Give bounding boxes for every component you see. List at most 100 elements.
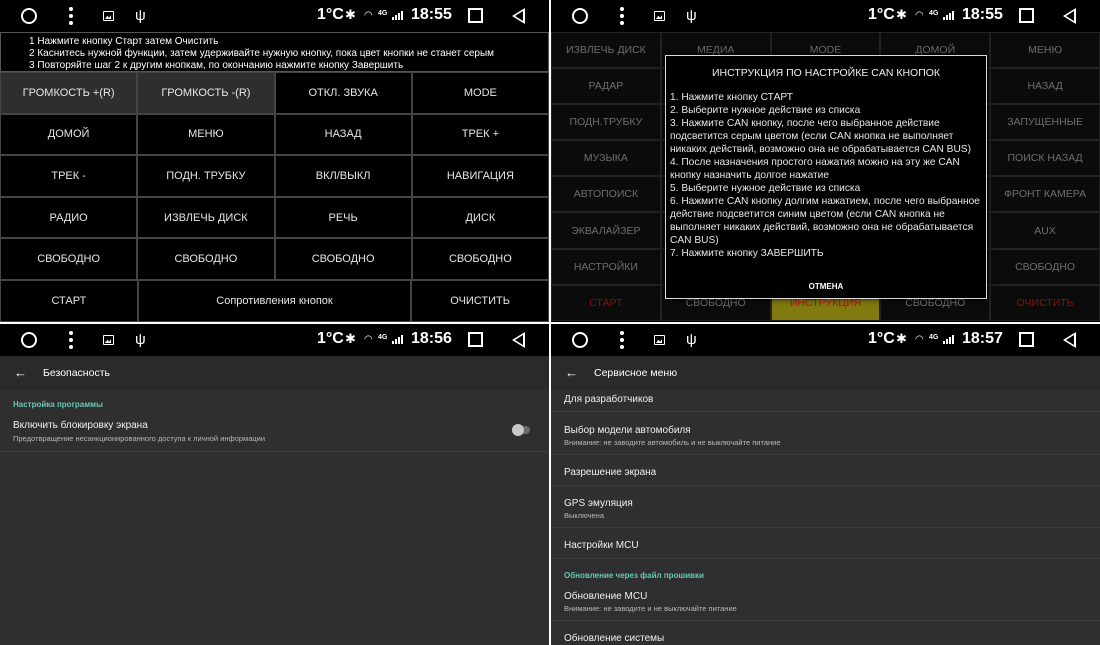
status-bar: ψ 1°C ✱ ◠ 4G 18:56 [0, 324, 549, 356]
can-button[interactable]: МУЗЫКА [551, 140, 661, 177]
bluetooth-icon: ✱ [345, 7, 356, 22]
can-button[interactable]: НАЗАД [990, 68, 1100, 105]
divider [551, 558, 1100, 559]
recent-apps-icon[interactable] [468, 332, 483, 347]
home-circle-icon[interactable] [572, 332, 588, 348]
back-icon[interactable] [1063, 8, 1076, 24]
divider [551, 454, 1100, 455]
can-button[interactable]: АВТОПОИСК [551, 176, 661, 213]
status-bar: ψ 1°C ✱ ◠ 4G 18:55 [0, 0, 549, 32]
menu-item-mcu-update[interactable]: Обновление MCU [564, 591, 647, 602]
can-button[interactable]: ПОДН.ТРУБКУ [551, 104, 661, 141]
clock: 18:55 [962, 6, 1003, 23]
dialog-line: 4. После назначения простого нажатия мож… [670, 157, 960, 181]
can-button[interactable]: ИЗВЛЕЧЬ ДИСК [137, 196, 275, 239]
back-icon[interactable] [512, 332, 525, 348]
can-button[interactable]: НАСТРОЙКИ [551, 248, 661, 285]
wifi-icon: ◠ [364, 10, 373, 21]
usb-icon: ψ [135, 7, 146, 24]
section-header: Настройка программы [13, 400, 103, 409]
home-circle-icon[interactable] [21, 332, 37, 348]
can-button[interactable]: ВКЛ/ВЫКЛ [274, 155, 412, 197]
home-circle-icon[interactable] [572, 8, 588, 24]
menu-item-gps[interactable]: GPS эмуляция [564, 498, 633, 509]
cancel-button[interactable]: ОТМЕНА [666, 282, 986, 291]
can-button[interactable]: ДИСК [411, 196, 549, 239]
signal-icon [392, 335, 403, 344]
resistance-button[interactable]: Сопротивления кнопок [137, 279, 412, 322]
bluetooth-icon: ✱ [896, 7, 907, 22]
clear-button[interactable]: ОЧИСТИТЬ [411, 279, 549, 322]
can-button[interactable]: ГРОМКОСТЬ -(R) [137, 72, 275, 114]
can-button[interactable]: СВОБОДНО [411, 238, 549, 280]
divider [551, 485, 1100, 486]
can-button[interactable]: РАДАР [551, 68, 661, 105]
status-bar: ψ 1°C ✱ ◠ 4G 18:55 [551, 0, 1100, 32]
can-button[interactable]: МЕНЮ [990, 32, 1100, 69]
dialog-line: 2. Выберите нужное действие из списка [670, 105, 861, 116]
clock: 18:57 [962, 330, 1003, 347]
section-header: Обновление через файл прошивки [564, 571, 704, 580]
can-button[interactable]: AUX [990, 212, 1100, 249]
menu-item-developers[interactable]: Для разработчиков [564, 394, 653, 405]
menu-item-mcu-settings[interactable]: Настройки MCU [564, 540, 639, 551]
menu-item-car-model[interactable]: Выбор модели автомобиля [564, 425, 691, 436]
menu-dots-icon[interactable] [69, 7, 73, 25]
back-arrow-icon[interactable]: ← [565, 365, 578, 380]
page-title: Безопасность [43, 367, 110, 379]
divider [551, 411, 1100, 412]
usb-icon: ψ [686, 7, 697, 24]
can-button[interactable]: ИЗВЛЕЧЬ ДИСК [551, 32, 661, 69]
menu-dots-icon[interactable] [69, 331, 73, 349]
can-button[interactable]: ПОИСК НАЗАД [990, 140, 1100, 177]
can-button[interactable]: СВОБОДНО [274, 238, 412, 280]
dialog-line: 6. Нажмите CAN кнопку долгим нажатием, п… [670, 196, 980, 246]
instructions-text: 1 Нажмите кнопку Старт затем Очистить 2 … [0, 32, 549, 72]
can-button[interactable]: РЕЧЬ [274, 196, 412, 239]
can-button[interactable]: ДОМОЙ [0, 113, 138, 156]
menu-item-resolution[interactable]: Разрешение экрана [564, 467, 656, 478]
can-button[interactable]: ГРОМКОСТЬ +(R) [0, 72, 138, 114]
back-icon[interactable] [1063, 332, 1076, 348]
can-button[interactable]: СВОБОДНО [137, 238, 275, 280]
menu-dots-icon[interactable] [620, 7, 624, 25]
start-button[interactable]: СТАРТ [551, 284, 661, 321]
back-icon[interactable] [512, 8, 525, 24]
recent-apps-icon[interactable] [468, 8, 483, 23]
can-button[interactable]: ЭКВАЛАЙЗЕР [551, 212, 661, 249]
menu-item-system-update[interactable]: Обновление системы [564, 633, 664, 644]
back-arrow-icon[interactable]: ← [14, 365, 27, 380]
temperature: 1°C [317, 6, 344, 23]
screen-lock-title[interactable]: Включить блокировку экрана [13, 420, 148, 431]
wifi-icon: ◠ [915, 334, 924, 345]
can-button[interactable]: НАЗАД [274, 113, 412, 156]
can-button[interactable]: ОТКЛ. ЗВУКА [274, 72, 412, 114]
can-button[interactable]: ТРЕК - [0, 155, 138, 197]
can-button[interactable]: ТРЕК + [411, 113, 549, 156]
start-button[interactable]: СТАРТ [0, 279, 138, 322]
can-button[interactable]: НАВИГАЦИЯ [411, 155, 549, 197]
home-circle-icon[interactable] [21, 8, 37, 24]
can-button[interactable]: MODE [411, 72, 549, 114]
gallery-icon [103, 335, 114, 345]
dialog-body: 1. Нажмите кнопку СТАРТ 2. Выберите нужн… [670, 91, 984, 260]
can-button[interactable]: РАДИО [0, 196, 138, 239]
can-button[interactable]: СВОБОДНО [0, 238, 138, 280]
recent-apps-icon[interactable] [1019, 8, 1034, 23]
wifi-icon: ◠ [364, 334, 373, 345]
recent-apps-icon[interactable] [1019, 332, 1034, 347]
can-button[interactable]: ФРОНТ КАМЕРА [990, 176, 1100, 213]
menu-dots-icon[interactable] [620, 331, 624, 349]
temperature: 1°C [317, 330, 344, 347]
divider [551, 620, 1100, 621]
can-button[interactable]: ПОДН. ТРУБКУ [137, 155, 275, 197]
screen-lock-toggle[interactable] [512, 424, 530, 436]
can-button[interactable]: МЕНЮ [137, 113, 275, 156]
instruction-line: 2 Каснитесь нужной функции, затем удержи… [29, 48, 495, 59]
can-button[interactable]: СВОБОДНО [990, 248, 1100, 285]
can-button[interactable]: ЗАПУЩЕННЫЕ [990, 104, 1100, 141]
clear-button[interactable]: ОЧИСТИТЬ [990, 284, 1100, 321]
instruction-dialog: ИНСТРУКЦИЯ ПО НАСТРОЙКЕ CAN КНОПОК 1. На… [665, 55, 987, 299]
menu-item-summary: Внимание: не заводите и не выключайте пи… [564, 604, 737, 613]
dialog-title: ИНСТРУКЦИЯ ПО НАСТРОЙКЕ CAN КНОПОК [711, 67, 941, 79]
